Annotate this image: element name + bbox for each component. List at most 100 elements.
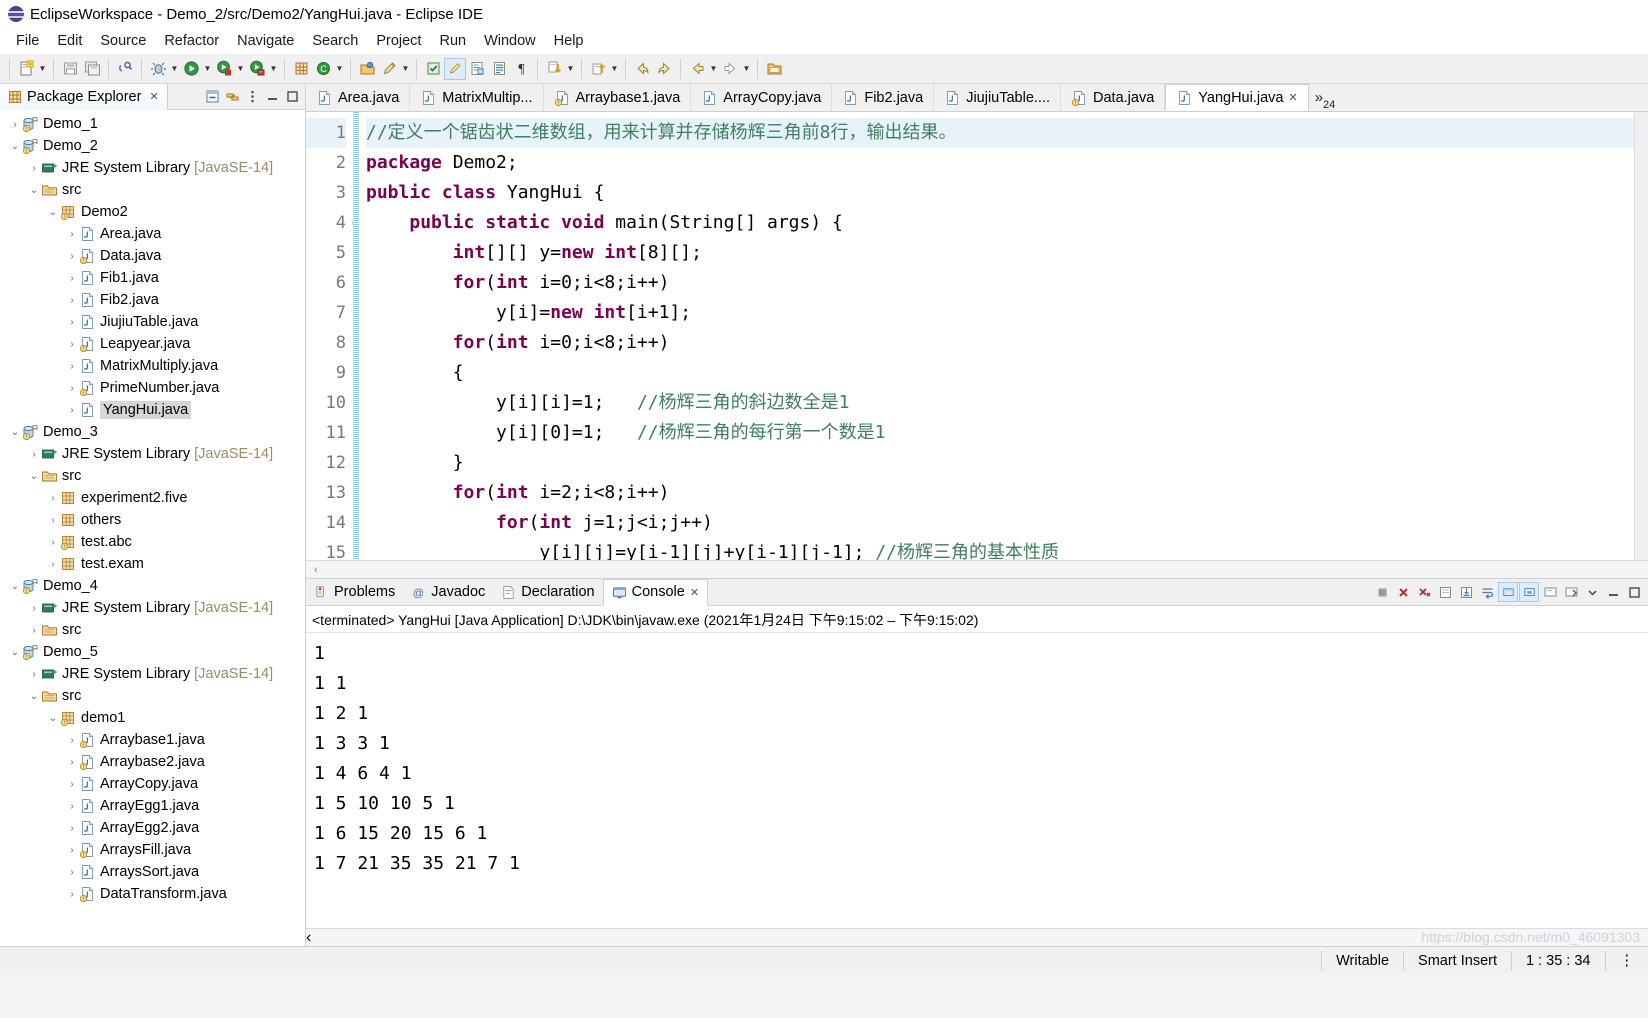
terminate-icon[interactable]: [1372, 582, 1392, 602]
tree-item-others[interactable]: › others: [0, 509, 305, 531]
code-line[interactable]: for(int i=0;i<8;i++): [366, 268, 1648, 298]
chevron-right-icon[interactable]: ›: [65, 251, 79, 262]
tree-item-demo2[interactable]: ⌄! Demo2: [0, 201, 305, 223]
tree-item-arraysfill-java[interactable]: ›! ArraysFill.java: [0, 839, 305, 861]
tree-item-experiment2-five[interactable]: › experiment2.five: [0, 487, 305, 509]
save-all-icon[interactable]: [81, 58, 103, 80]
chevron-right-icon[interactable]: ›: [27, 449, 41, 460]
menu-source[interactable]: Source: [91, 31, 155, 51]
tree-item-yanghui-java[interactable]: › YangHui.java: [0, 399, 305, 421]
close-icon[interactable]: ✕: [1288, 91, 1297, 104]
chevron-right-icon[interactable]: ›: [65, 867, 79, 878]
pin-console-icon[interactable]: [1519, 582, 1539, 602]
next-annotation-icon[interactable]: [543, 58, 565, 80]
tab-package-explorer[interactable]: Package Explorer ✕: [0, 83, 168, 110]
chevron-right-icon[interactable]: ›: [65, 361, 79, 372]
chevron-down-icon[interactable]: ⌄: [27, 185, 41, 196]
chevron-down-icon[interactable]: ⌄: [8, 427, 22, 438]
tree-item-jre-system-library[interactable]: › JRE System Library [JavaSE-14]: [0, 157, 305, 179]
chevron-right-icon[interactable]: ›: [46, 559, 60, 570]
scroll-left-icon[interactable]: ‹: [306, 929, 311, 947]
console-output[interactable]: 1 1 1 1 2 1 1 3 3 1 1 4 6 4 1 1 5 10 10 5 1 1 …: [306, 633, 1648, 928]
editor-tab-arraycopy-java[interactable]: ArrayCopy.java: [691, 84, 833, 111]
chevron-right-icon[interactable]: ›: [65, 889, 79, 900]
tree-item-demo1[interactable]: ⌄! demo1: [0, 707, 305, 729]
chevron-right-icon[interactable]: ›: [27, 163, 41, 174]
tree-item-arrayegg2-java[interactable]: › ArrayEgg2.java: [0, 817, 305, 839]
menu-project[interactable]: Project: [367, 31, 430, 51]
code-line[interactable]: y[i]=new int[i+1];: [366, 298, 1648, 328]
editor-tab-yanghui-java[interactable]: YangHui.java ✕: [1165, 84, 1309, 111]
tree-item-leapyear-java[interactable]: ›! Leapyear.java: [0, 333, 305, 355]
console-tab-problems[interactable]: Problems: [306, 579, 403, 606]
save-icon[interactable]: [59, 58, 81, 80]
editor-vertical-scrollbar[interactable]: [1634, 112, 1648, 560]
editor-tabbar[interactable]: Area.java MatrixMultip...! Arraybase1.java…: [306, 84, 1648, 112]
show-whitespace-icon[interactable]: [488, 58, 510, 80]
chevron-right-icon[interactable]: ›: [65, 735, 79, 746]
chevron-right-icon[interactable]: ›: [65, 757, 79, 768]
tree-item-fib2-java[interactable]: › Fib2.java: [0, 289, 305, 311]
toggle-block-selection-icon[interactable]: [466, 58, 488, 80]
tree-item-primenumber-java[interactable]: ›! PrimeNumber.java: [0, 377, 305, 399]
next-annotation-dropdown-arrow[interactable]: ▼: [565, 58, 576, 80]
tree-item-arraycopy-java[interactable]: › ArrayCopy.java: [0, 773, 305, 795]
editor-tab-arraybase1-java[interactable]: ! Arraybase1.java: [543, 84, 692, 111]
tree-item-arrayegg1-java[interactable]: › ArrayEgg1.java: [0, 795, 305, 817]
tree-item-data-java[interactable]: ›! Data.java: [0, 245, 305, 267]
chevron-right-icon[interactable]: ›: [65, 823, 79, 834]
chevron-right-icon[interactable]: ›: [65, 405, 79, 416]
menu-search[interactable]: Search: [303, 31, 367, 51]
menu-edit[interactable]: Edit: [48, 31, 91, 51]
chevron-right-icon[interactable]: ›: [65, 845, 79, 856]
search-dropdown-arrow[interactable]: ▼: [400, 58, 411, 80]
print-icon[interactable]: [114, 58, 136, 80]
code-line[interactable]: package Demo2;: [366, 148, 1648, 178]
tree-item-test-abc[interactable]: ›! test.abc: [0, 531, 305, 553]
code-line[interactable]: y[i][0]=1; //杨辉三角的每行第一个数是1: [366, 418, 1648, 448]
new-wizard-icon[interactable]: [15, 58, 37, 80]
toggle-mark-occurrences-icon[interactable]: [422, 58, 444, 80]
console-tabbar[interactable]: Problems @ Javadoc Declaration Console ✕: [306, 578, 1648, 606]
code-line[interactable]: }: [366, 448, 1648, 478]
tree-item-jre-system-library[interactable]: › JRE System Library [JavaSE-14]: [0, 443, 305, 465]
code-line[interactable]: public static void main(String[] args) {: [366, 208, 1648, 238]
run-coverage-dropdown-arrow[interactable]: ▼: [235, 58, 246, 80]
code-line[interactable]: for(int j=1;j<i;j++): [366, 508, 1648, 538]
link-with-editor-icon[interactable]: [223, 88, 241, 106]
minimize-icon[interactable]: [263, 88, 281, 106]
maximize-icon[interactable]: [283, 88, 301, 106]
editor-tab-fib2-java[interactable]: Fib2.java: [832, 84, 935, 111]
remove-launch-icon[interactable]: [1393, 582, 1413, 602]
chevron-right-icon[interactable]: ›: [65, 779, 79, 790]
view-menu-icon[interactable]: [1582, 582, 1602, 602]
code-line[interactable]: {: [366, 358, 1648, 388]
new-folder-icon[interactable]: [763, 58, 785, 80]
tree-item-src[interactable]: ⌄ src: [0, 465, 305, 487]
scroll-lock-icon[interactable]: [1456, 582, 1476, 602]
word-wrap-icon[interactable]: [1477, 582, 1497, 602]
chevron-right-icon[interactable]: ›: [65, 383, 79, 394]
tree-item-demo-2[interactable]: ⌄! Demo_2: [0, 135, 305, 157]
code-line[interactable]: for(int i=0;i<8;i++): [366, 328, 1648, 358]
chevron-right-icon[interactable]: ›: [46, 515, 60, 526]
chevron-right-icon[interactable]: ›: [27, 625, 41, 636]
tree-item-demo-5[interactable]: ⌄! Demo_5: [0, 641, 305, 663]
chevron-down-icon[interactable]: ⌄: [8, 581, 22, 592]
chevron-down-icon[interactable]: ⌄: [27, 471, 41, 482]
run-dropdown-arrow[interactable]: ▼: [202, 58, 213, 80]
new-wizard-dropdown-arrow[interactable]: ▼: [37, 58, 48, 80]
new-java-class-icon[interactable]: C: [312, 58, 334, 80]
tree-item-matrixmultiply-java[interactable]: › MatrixMultiply.java: [0, 355, 305, 377]
scroll-left-icon[interactable]: ‹: [306, 564, 326, 576]
chevron-right-icon[interactable]: ›: [65, 229, 79, 240]
close-icon[interactable]: ✕: [149, 90, 158, 103]
next-edit-icon[interactable]: [719, 58, 741, 80]
tree-item-arraybase1-java[interactable]: ›! Arraybase1.java: [0, 729, 305, 751]
open-type-icon[interactable]: [356, 58, 378, 80]
close-icon[interactable]: ✕: [690, 586, 699, 599]
tree-item-area-java[interactable]: › Area.java: [0, 223, 305, 245]
previous-edit-icon[interactable]: [686, 58, 708, 80]
forward-icon[interactable]: [653, 58, 675, 80]
editor-tab-data-java[interactable]: ! Data.java: [1061, 84, 1166, 111]
